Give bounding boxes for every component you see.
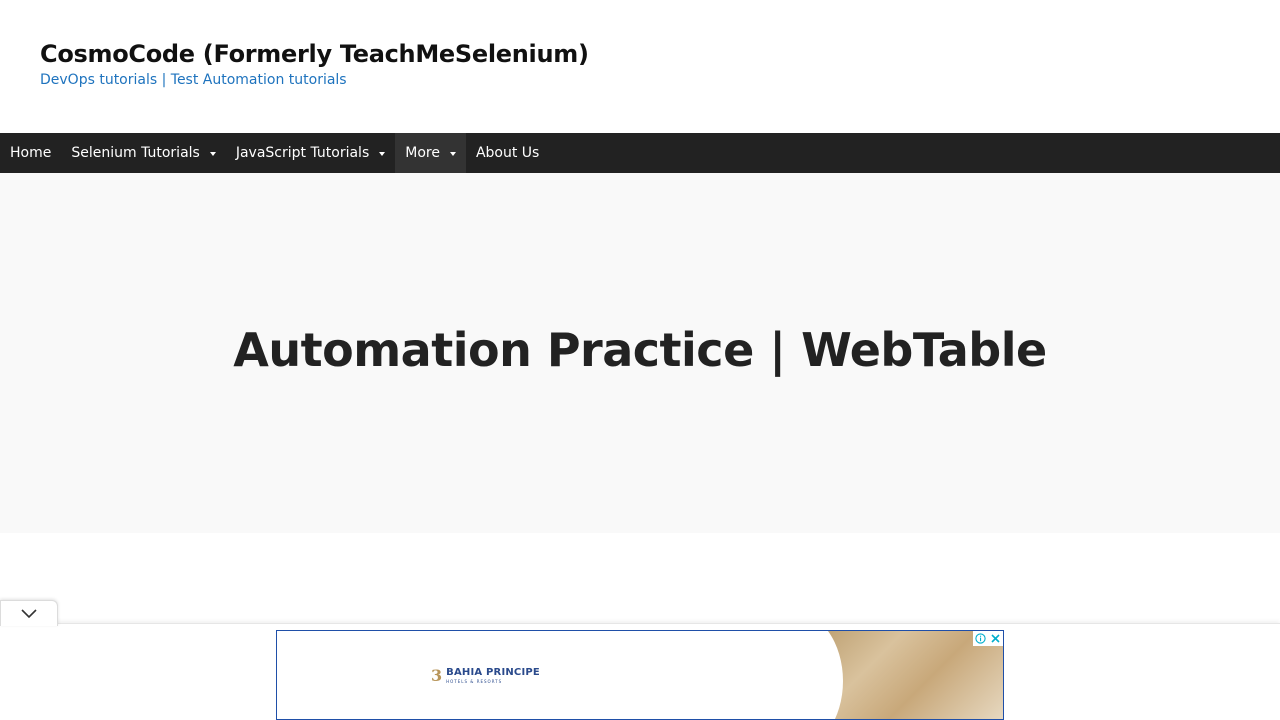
nav-item-label: Home [10, 145, 52, 161]
nav-item-selenium-tutorials[interactable]: Selenium Tutorials [61, 133, 226, 173]
ad-collapse-toggle[interactable] [0, 600, 58, 626]
nav-item-home[interactable]: Home [0, 133, 61, 173]
main-navigation: Home Selenium Tutorials JavaScript Tutor… [0, 133, 1280, 173]
site-header: CosmoCode (Formerly TeachMeSelenium) Dev… [0, 0, 1280, 133]
page-hero: Automation Practice | WebTable [0, 173, 1280, 533]
site-title[interactable]: CosmoCode (Formerly TeachMeSelenium) [40, 40, 589, 68]
close-icon[interactable] [988, 631, 1003, 646]
ad-logo-mark: 3 [431, 666, 443, 685]
nav-item-label: About Us [475, 145, 540, 161]
nav-item-label: More [405, 145, 440, 161]
info-icon[interactable] [973, 631, 988, 646]
nav-item-label: JavaScript Tutorials [235, 145, 370, 161]
chevron-down-icon [21, 608, 37, 618]
caret-down-icon [209, 151, 216, 156]
page-title: Automation Practice | WebTable [233, 323, 1047, 377]
advertisement-banner[interactable]: 3 BAHIA PRINCIPE HOTELS & RESORTS [276, 630, 1004, 720]
nav-item-label: Selenium Tutorials [71, 145, 200, 161]
ad-controls [973, 631, 1003, 646]
ad-brand-sub: HOTELS & RESORTS [446, 678, 503, 684]
ad-brand-logo[interactable]: 3 BAHIA PRINCIPE HOTELS & RESORTS [431, 666, 540, 685]
caret-down-icon [379, 151, 386, 156]
nav-item-more[interactable]: More [395, 133, 466, 173]
caret-down-icon [449, 151, 456, 156]
ad-brand-name: BAHIA PRINCIPE [446, 666, 540, 678]
site-tagline[interactable]: DevOps tutorials | Test Automation tutor… [40, 72, 347, 88]
nav-item-about-us[interactable]: About Us [466, 133, 549, 173]
nav-item-javascript-tutorials[interactable]: JavaScript Tutorials [226, 133, 395, 173]
